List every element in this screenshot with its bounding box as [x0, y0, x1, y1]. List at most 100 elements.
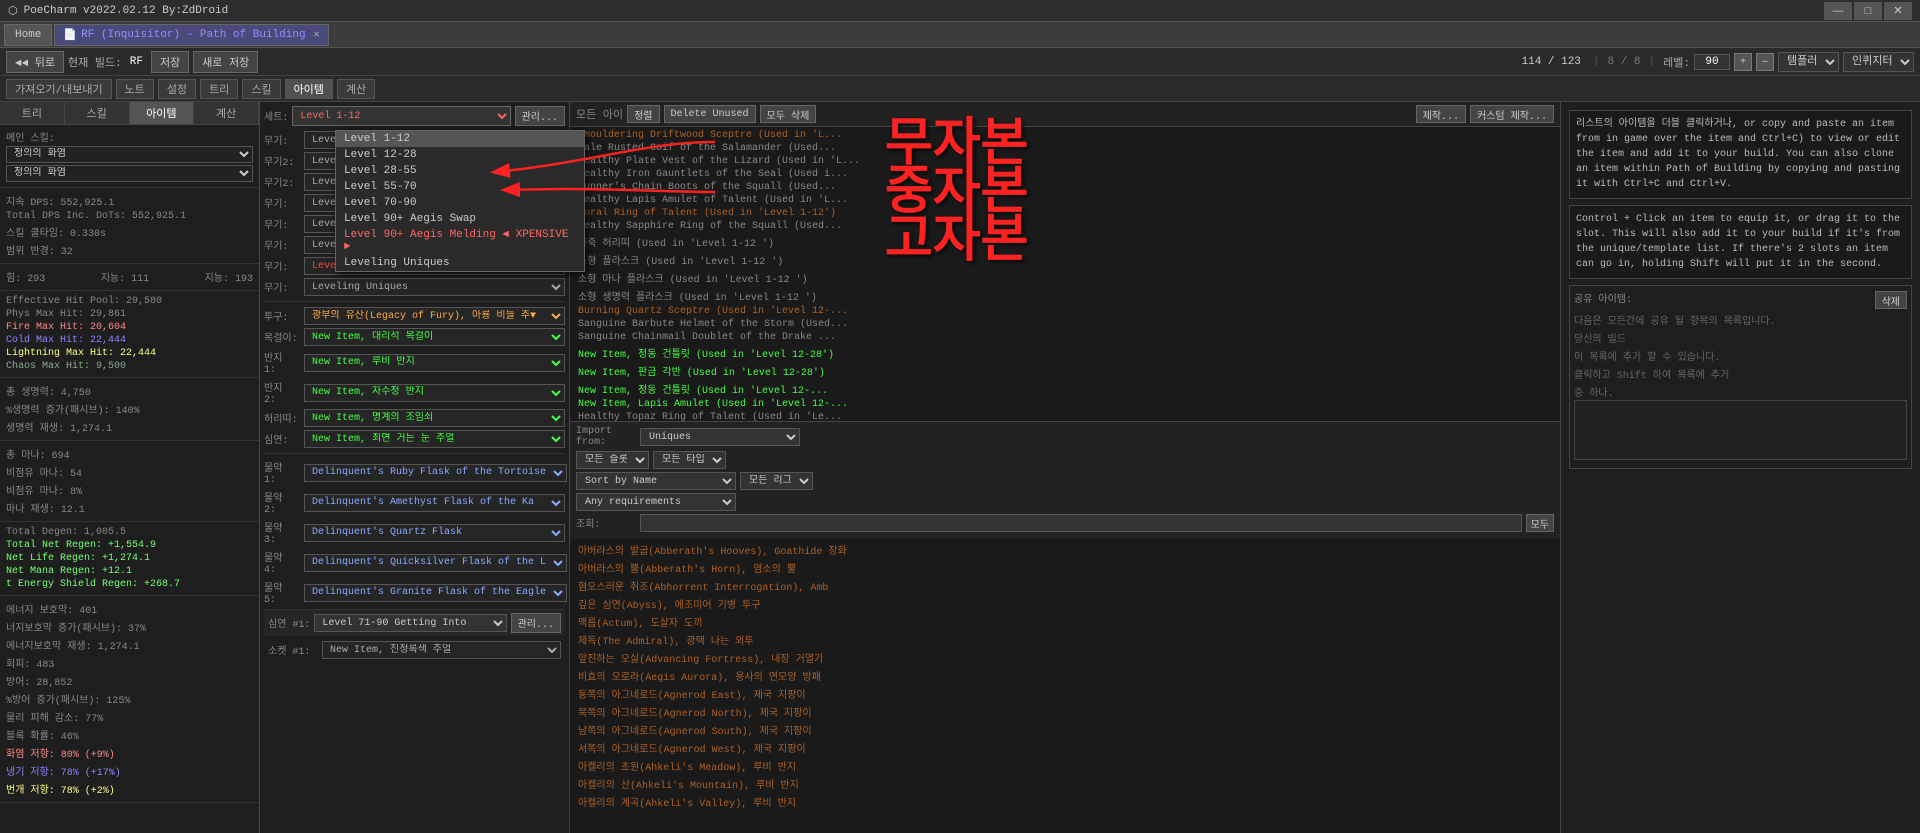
item-entry[interactable]: New Item, 판금 각반 (Used in 'Level 12-28'): [570, 362, 1560, 380]
item-entry[interactable]: New Item, 정동 건틀릿 (Used in 'Level 12-...: [570, 380, 1560, 398]
helmet-select[interactable]: 광부의 유산(Legacy of Fury), 아룡 비늘 추▼: [304, 307, 565, 325]
class-select[interactable]: 인퀴지터: [1843, 52, 1914, 72]
item-entry[interactable]: Healthy Iron Gauntlets of the Seal (Used…: [570, 168, 1560, 181]
save-new-button[interactable]: 새로 저장: [193, 51, 258, 73]
item-entry[interactable]: Burning Quartz Sceptre (Used in 'Level 1…: [570, 305, 1560, 318]
flask3-select[interactable]: Delinquent's Quartz Flask: [304, 524, 565, 542]
unique-item-entry[interactable]: 아버라스의 발굽(Abberath's Hooves), Goathide 장화: [570, 541, 1560, 559]
item-entry[interactable]: 소형 생명력 플라스크 (Used in 'Level 1-12 '): [570, 287, 1560, 305]
dropdown-item[interactable]: Level 70-90: [336, 195, 584, 211]
unique-item-entry[interactable]: 혐오스러운 취조(Abhorrent Interrogation), Amb: [570, 577, 1560, 595]
type-filter-select[interactable]: 모든 타입: [653, 451, 726, 469]
item-entry[interactable]: Healthy Plate Vest of the Lizard (Used i…: [570, 155, 1560, 168]
unique-item-entry[interactable]: 깊은 심연(Abyss), 에조미어 기병 투구: [570, 595, 1560, 613]
nav-skills[interactable]: 스킬: [242, 79, 280, 99]
dropdown-item[interactable]: Level 28-55: [336, 163, 584, 179]
all-button[interactable]: 모두: [1526, 514, 1554, 532]
nav-import[interactable]: 가져오기/내보내기: [6, 79, 112, 99]
tab-home[interactable]: Home: [4, 24, 52, 46]
socket-select[interactable]: New Item, 진청록색 주얼: [322, 641, 561, 659]
nav-stat-skills[interactable]: 스킬: [65, 102, 130, 124]
item-entry[interactable]: Sanguine Barbute Helmet of the Storm (Us…: [570, 318, 1560, 331]
item-entry[interactable]: Healthy Topaz Ring of Talent (Used in 'L…: [570, 411, 1560, 421]
level-input[interactable]: [1694, 54, 1730, 70]
dropdown-item[interactable]: Level 90+ Aegis Melding ◄ XPENSIVE ►: [336, 227, 584, 255]
flask4-select[interactable]: Delinquent's Quicksilver Flask of the L: [304, 554, 567, 572]
nav-calc[interactable]: 계산: [337, 79, 375, 99]
unique-item-entry[interactable]: 서쪽의 아그네로드(Agnerod West), 제국 지팡이: [570, 739, 1560, 757]
flask2-select[interactable]: Delinquent's Amethyst Flask of the Ka: [304, 494, 565, 512]
sort-button[interactable]: 정렬: [627, 105, 659, 123]
passive-select[interactable]: Level 71-90 Getting Into: [314, 614, 506, 632]
delete-unused-button[interactable]: Delete Unused: [664, 105, 756, 123]
delete-all-button[interactable]: 모두 삭제: [760, 105, 817, 123]
craft-button[interactable]: 제작...: [1416, 105, 1466, 123]
close-button[interactable]: ✕: [1884, 2, 1912, 20]
import-select[interactable]: Uniques: [640, 428, 800, 446]
passive-manage-button[interactable]: 관리...: [511, 613, 561, 633]
item-entry[interactable]: 소형 플라스크 (Used in 'Level 1-12 '): [570, 251, 1560, 269]
tab-close-icon[interactable]: ✕: [314, 29, 320, 41]
set-select[interactable]: Level 1-12: [292, 106, 510, 126]
unique-item-entry[interactable]: 제독(The Admiral), 광택 나는 외투: [570, 631, 1560, 649]
item-entry[interactable]: Sanguine Chainmail Doublet of the Drake …: [570, 331, 1560, 344]
template-select[interactable]: 템플러: [1778, 52, 1839, 72]
nav-items[interactable]: 아이템: [285, 79, 333, 99]
unique-item-entry[interactable]: 남쪽의 아그네로드(Agnerod South), 제국 지팡이: [570, 721, 1560, 739]
main-skill-select[interactable]: 정의의 화염: [6, 146, 253, 163]
level-plus-button[interactable]: +: [1734, 53, 1752, 71]
flask5-select[interactable]: Delinquent's Granite Flask of the Eagle: [304, 584, 567, 602]
maximize-button[interactable]: □: [1854, 2, 1882, 20]
item-entry[interactable]: Hale Rusted Coif of the Salamander (Used…: [570, 142, 1560, 155]
back-button[interactable]: ◄◄ 뒤로: [6, 51, 64, 73]
level-minus-button[interactable]: –: [1756, 53, 1774, 71]
belt-select[interactable]: New Item, 명계의 조임쇠: [304, 409, 565, 427]
unique-item-entry[interactable]: 아켈리의 계곡(Ahkeli's Valley), 루비 반지: [570, 793, 1560, 811]
nav-stat-tree[interactable]: 트리: [0, 102, 65, 124]
item-entry[interactable]: Coral Ring of Talent (Used in 'Level 1-1…: [570, 207, 1560, 220]
necklace-select[interactable]: New Item, 대리석 목걸이: [304, 328, 565, 346]
dropdown-item[interactable]: Level 90+ Aegis Swap: [336, 211, 584, 227]
share-textarea[interactable]: [1574, 400, 1907, 460]
unique-item-entry[interactable]: 북쪽의 아그네로드(Agnerod North), 제국 지팡이: [570, 703, 1560, 721]
item-entry[interactable]: New Item, 정동 건틀릿 (Used in 'Level 12-28'): [570, 344, 1560, 362]
unique-item-entry[interactable]: 동쪽의 아그네로드(Agnerod East), 제국 지팡이: [570, 685, 1560, 703]
nav-config[interactable]: 설정: [158, 79, 196, 99]
item-entry[interactable]: New Item, Lapis Amulet (Used in 'Level 1…: [570, 398, 1560, 411]
league-filter-select[interactable]: 모든 리그: [740, 472, 813, 490]
dropdown-item[interactable]: Leveling Uniques: [336, 255, 584, 271]
tab-pob[interactable]: 📄 RF (Inquisitor) – Path of Building ✕: [54, 24, 328, 46]
nav-notes[interactable]: 노트: [116, 79, 154, 99]
unique-item-entry[interactable]: 앞진하는 오싫(Advancing Fortress), 내장 거열기: [570, 649, 1560, 667]
item-entry[interactable]: Runner's Chain Boots of the Squall (Used…: [570, 181, 1560, 194]
ring1-select[interactable]: New Item, 루비 반지: [304, 354, 565, 372]
jewel-select[interactable]: New Item, 최면 거는 눈 주얼: [304, 430, 565, 448]
dropdown-item[interactable]: Level 12-28: [336, 147, 584, 163]
custom-craft-button[interactable]: 커스텀 제작...: [1470, 105, 1554, 123]
flask1-select[interactable]: Delinquent's Ruby Flask of the Tortoise: [304, 464, 567, 482]
search-input[interactable]: [640, 514, 1522, 532]
item-entry[interactable]: Healthy Lapis Amulet of Talent (Used in …: [570, 194, 1560, 207]
req-filter-select[interactable]: Any requirements: [576, 493, 736, 511]
unique-item-entry[interactable]: 맥름(Actum), 도살자 도끼: [570, 613, 1560, 631]
save-button[interactable]: 저장: [151, 51, 189, 73]
item-entry[interactable]: Smouldering Driftwood Sceptre (Used in '…: [570, 129, 1560, 142]
minimize-button[interactable]: —: [1824, 2, 1852, 20]
ring2-select[interactable]: New Item, 자수정 반지: [304, 384, 565, 402]
item-entry[interactable]: 소형 마나 플라스크 (Used in 'Level 1-12 '): [570, 269, 1560, 287]
nav-stat-items[interactable]: 아이템: [130, 102, 195, 124]
slot-filter-select[interactable]: 모든 슬롯: [576, 451, 649, 469]
unique-item-entry[interactable]: 아켈리의 산(Ahkeli's Mountain), 루비 반지: [570, 775, 1560, 793]
item-entry[interactable]: 가죽 허리띠 (Used in 'Level 1-12 '): [570, 233, 1560, 251]
sub-skill-select[interactable]: 정의의 화염: [6, 165, 253, 182]
unique-item-entry[interactable]: 비효의 오로라(Aegis Aurora), 용사의 연모양 방패: [570, 667, 1560, 685]
nav-tree[interactable]: 트리: [200, 79, 238, 99]
manage-button[interactable]: 관리...: [515, 106, 565, 126]
dropdown-item[interactable]: Level 55-70: [336, 179, 584, 195]
share-delete-button[interactable]: 삭제: [1875, 291, 1907, 309]
nav-stat-calc[interactable]: 계산: [194, 102, 259, 124]
item-entry[interactable]: Healthy Sapphire Ring of the Squall (Use…: [570, 220, 1560, 233]
unique-item-entry[interactable]: 아버라스의 뿔(Abberath's Horn), 염소의 뿔: [570, 559, 1560, 577]
dropdown-item[interactable]: Level 1-12: [336, 131, 584, 147]
sort-select[interactable]: Sort by Name: [576, 472, 736, 490]
